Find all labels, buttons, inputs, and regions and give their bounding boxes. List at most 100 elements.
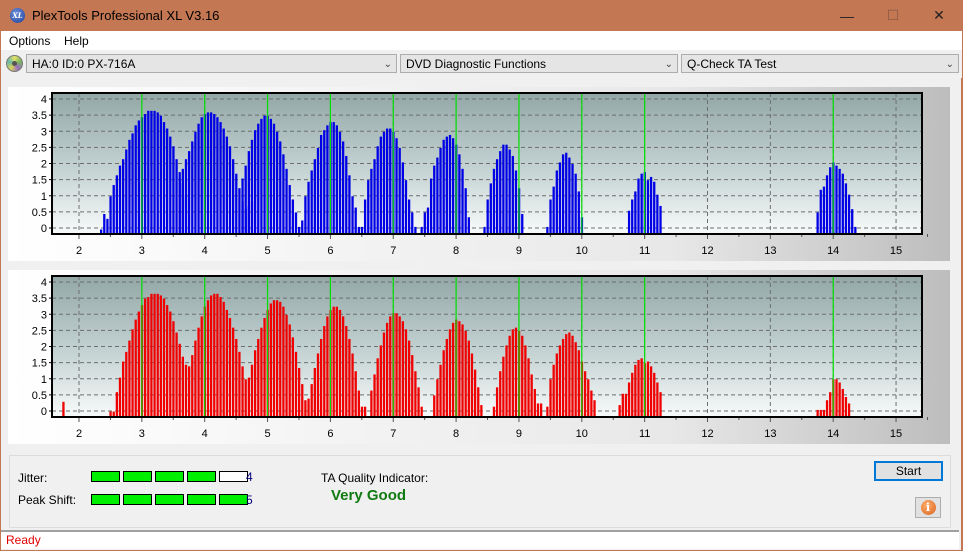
start-button[interactable]: Start xyxy=(874,461,943,481)
bar xyxy=(835,165,838,234)
bar xyxy=(285,314,288,417)
bar xyxy=(571,335,574,417)
bar xyxy=(492,168,496,234)
ta-quality-value: Very Good xyxy=(331,487,407,504)
bar xyxy=(436,379,439,417)
bar xyxy=(313,367,316,417)
bar xyxy=(213,293,216,417)
bar xyxy=(505,144,508,234)
bar xyxy=(301,220,304,234)
bar xyxy=(521,214,524,234)
y-tick-label: 1 xyxy=(41,374,47,386)
bar xyxy=(395,138,398,234)
bar xyxy=(172,146,175,234)
bar xyxy=(294,212,298,234)
bar xyxy=(561,338,565,417)
bar xyxy=(590,390,593,417)
bar xyxy=(172,321,175,417)
maximize-button[interactable]: ☐ xyxy=(870,0,916,31)
bar xyxy=(552,364,555,417)
drive-select[interactable]: HA:0 ID:0 PX-716A ⌄ xyxy=(26,54,397,73)
bar xyxy=(376,358,379,417)
bar xyxy=(395,313,398,417)
bar xyxy=(291,337,294,417)
bar xyxy=(829,167,832,234)
bar xyxy=(445,338,448,417)
bar xyxy=(445,136,448,234)
bar xyxy=(825,175,829,234)
bar xyxy=(649,176,653,234)
menu-options[interactable]: Options xyxy=(9,34,50,48)
x-tick-label: 10 xyxy=(576,428,588,440)
bar xyxy=(235,173,238,234)
bar xyxy=(565,152,568,234)
peak-shift-label: Peak Shift: xyxy=(18,493,77,507)
bar xyxy=(568,332,571,417)
bar xyxy=(310,384,313,417)
bar xyxy=(379,136,382,234)
bar xyxy=(495,387,499,417)
bar xyxy=(511,329,514,417)
y-tick-label: 2.5 xyxy=(32,325,47,337)
title-bar[interactable]: XL PlexTools Professional XL V3.16 — ☐ ✕ xyxy=(1,0,962,31)
y-tick-label: 0.5 xyxy=(32,207,47,219)
bar xyxy=(420,226,423,234)
x-tick-label: 14 xyxy=(827,428,839,440)
bar xyxy=(439,147,442,234)
x-tick-label: 4 xyxy=(202,428,208,440)
bar xyxy=(106,218,109,234)
bar xyxy=(464,330,467,417)
bar xyxy=(294,351,298,417)
bar xyxy=(571,164,574,234)
bar xyxy=(291,199,294,234)
bar xyxy=(348,175,351,234)
x-tick-label: 6 xyxy=(327,428,333,440)
bar xyxy=(631,199,634,234)
bar xyxy=(841,388,844,417)
bar xyxy=(156,293,159,417)
bar xyxy=(851,209,854,234)
bar xyxy=(137,311,141,417)
meter-segment xyxy=(155,494,184,505)
bar xyxy=(247,377,250,417)
bar xyxy=(175,159,178,234)
bar xyxy=(568,157,571,234)
bar xyxy=(228,146,232,234)
bar xyxy=(115,175,119,234)
bar xyxy=(627,382,631,417)
minimize-button[interactable]: — xyxy=(824,0,870,31)
function-select[interactable]: DVD Diagnostic Functions ⌄ xyxy=(400,54,678,73)
x-tick-label: 3 xyxy=(139,245,145,257)
chart-top: 0 0.5 1 1.5 2 2.5 3 3.5 4 2 3 4 5 6 7 8 9 10 11 12 13 14 15 xyxy=(32,92,928,257)
bar xyxy=(495,159,499,234)
bar xyxy=(816,212,819,234)
bar xyxy=(373,159,376,234)
bar xyxy=(304,400,307,417)
bar xyxy=(561,154,565,234)
bar xyxy=(448,134,452,234)
bar xyxy=(354,207,357,234)
bar xyxy=(112,184,115,234)
y-tick-label: 4 xyxy=(41,94,47,106)
bar xyxy=(363,406,367,417)
bar xyxy=(854,226,857,234)
bar xyxy=(206,112,210,234)
bar xyxy=(131,133,134,234)
bar xyxy=(442,139,445,234)
y-tick-label: 3 xyxy=(41,126,47,138)
bar xyxy=(184,364,188,417)
y-tick-label: 1 xyxy=(41,191,47,203)
bar xyxy=(147,297,150,417)
test-select[interactable]: Q-Check TA Test ⌄ xyxy=(681,54,959,73)
bar xyxy=(637,178,640,234)
bar xyxy=(115,392,119,417)
menu-help[interactable]: Help xyxy=(64,34,89,48)
bar xyxy=(244,379,247,417)
info-button[interactable]: i xyxy=(915,497,941,518)
bar xyxy=(574,342,577,417)
bar xyxy=(829,392,832,417)
bar xyxy=(822,409,826,417)
y-tick-label: 0.5 xyxy=(32,390,47,402)
bar xyxy=(272,300,276,417)
close-button[interactable]: ✕ xyxy=(916,0,962,31)
